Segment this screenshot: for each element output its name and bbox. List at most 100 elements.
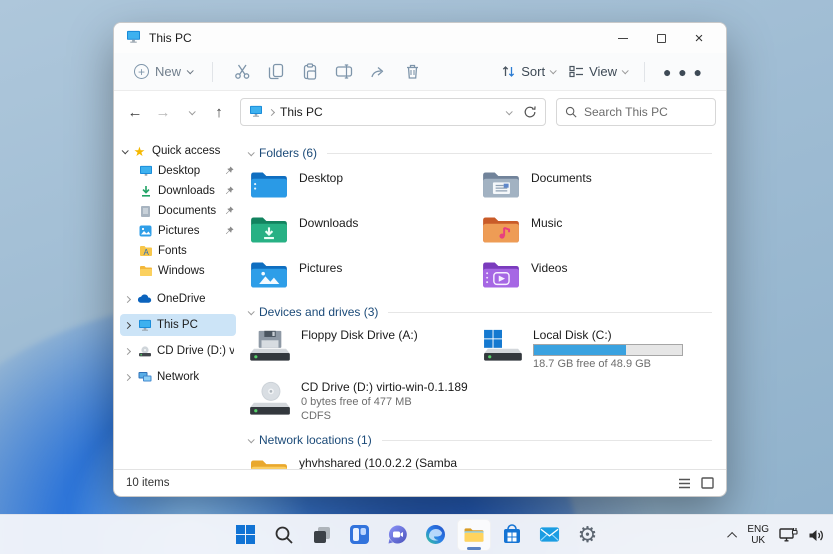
view-icon	[569, 65, 584, 78]
see-more-button[interactable]: ● ● ●	[655, 64, 712, 80]
monitor-icon	[137, 319, 152, 332]
svg-text:A: A	[143, 248, 149, 257]
section-title: Devices and drives (3)	[259, 305, 378, 319]
sidebar-item-fonts[interactable]: A Fonts	[120, 241, 236, 261]
tray-overflow-button[interactable]	[727, 531, 737, 541]
sidebar-item-label: This PC	[157, 319, 198, 331]
collapse-icon	[248, 308, 255, 315]
sidebar-item-label: Network	[157, 371, 199, 383]
sidebar-item-windows[interactable]: Windows	[120, 261, 236, 281]
new-button-label: New	[155, 64, 181, 79]
mail-button[interactable]	[533, 519, 567, 551]
mail-icon	[539, 526, 560, 543]
back-button[interactable]: ←	[122, 99, 148, 125]
forward-button[interactable]: →	[150, 99, 176, 125]
chevron-down-icon	[122, 147, 129, 154]
sidebar-item-network[interactable]: Network	[120, 366, 236, 388]
search-box[interactable]	[556, 98, 716, 126]
command-bar: + New	[114, 53, 726, 91]
address-bar[interactable]: This PC	[240, 98, 546, 126]
maximize-button[interactable]	[642, 25, 680, 51]
close-button[interactable]: ×	[680, 25, 718, 51]
sidebar-item-pictures[interactable]: Pictures	[120, 221, 236, 241]
sidebar-item-this-pc[interactable]: This PC	[120, 314, 236, 336]
up-button[interactable]: ↑	[206, 99, 232, 125]
drive-item-local-disk[interactable]: Local Disk (C:) 18.7 GB free of 48.9 GB	[480, 322, 712, 374]
collapse-icon	[248, 436, 255, 443]
sidebar-item-label: Quick access	[152, 145, 220, 157]
address-path[interactable]: This PC	[280, 105, 323, 119]
edge-button[interactable]	[419, 519, 453, 551]
sidebar-item-label: CD Drive (D:) virtio-w	[157, 345, 234, 357]
folder-item-documents[interactable]: Documents	[480, 163, 712, 208]
language-line1: ENG	[747, 524, 769, 535]
section-header-network[interactable]: Network locations (1)	[248, 430, 712, 450]
search-taskbar-button[interactable]	[267, 519, 301, 551]
paste-icon	[302, 63, 318, 80]
rename-button[interactable]	[329, 58, 359, 86]
thumbnail-view-button[interactable]	[701, 477, 714, 489]
folder-item-music[interactable]: Music	[480, 208, 712, 253]
sidebar-item-desktop[interactable]: Desktop	[120, 161, 236, 181]
titlebar[interactable]: This PC ×	[114, 23, 726, 53]
cut-button[interactable]	[227, 58, 257, 86]
scissors-icon	[234, 63, 251, 80]
folder-item-videos[interactable]: Videos	[480, 253, 712, 298]
chat-button[interactable]	[381, 519, 415, 551]
store-icon	[502, 524, 522, 545]
downloads-folder-icon	[248, 213, 290, 247]
cd-drive-icon	[248, 380, 292, 416]
section-header-folders[interactable]: Folders (6)	[248, 143, 712, 163]
document-icon	[138, 205, 153, 218]
local-disk-icon	[480, 328, 524, 362]
delete-button[interactable]	[397, 58, 427, 86]
settings-button[interactable]: ⚙	[571, 519, 605, 551]
network-tray-icon[interactable]	[779, 527, 798, 543]
chat-icon	[387, 524, 408, 545]
sidebar-item-cd-drive[interactable]: CD Drive (D:) virtio-w	[120, 340, 236, 362]
view-button[interactable]: View	[562, 60, 634, 83]
section-header-devices[interactable]: Devices and drives (3)	[248, 302, 712, 322]
folder-item-desktop[interactable]: Desktop	[248, 163, 480, 208]
volume-tray-icon[interactable]	[808, 528, 825, 543]
sidebar-item-downloads[interactable]: Downloads	[120, 181, 236, 201]
refresh-icon[interactable]	[523, 105, 537, 119]
store-button[interactable]	[495, 519, 529, 551]
sidebar-item-label: Fonts	[158, 245, 187, 257]
items-view: Folders (6) Desktop Documents Downloads	[238, 133, 726, 469]
sidebar-item-documents[interactable]: Documents	[120, 201, 236, 221]
drive-item-cd[interactable]: CD Drive (D:) virtio-win-0.1.189 0 bytes…	[248, 374, 480, 426]
copy-button[interactable]	[261, 58, 291, 86]
folder-icon	[138, 265, 153, 278]
recent-locations-button[interactable]	[178, 99, 204, 125]
task-view-button[interactable]	[305, 519, 339, 551]
sort-button[interactable]: Sort	[494, 60, 562, 83]
navigation-pane: ★ Quick access Desktop Downloads Documen…	[114, 133, 238, 469]
start-button[interactable]	[229, 519, 263, 551]
folder-item-downloads[interactable]: Downloads	[248, 208, 480, 253]
network-item-share[interactable]: yhvhshared (10.0.2.2 (Samba Server))	[248, 450, 480, 469]
folder-item-pictures[interactable]: Pictures	[248, 253, 480, 298]
window-title: This PC	[149, 31, 192, 45]
drive-item-floppy[interactable]: Floppy Disk Drive (A:)	[248, 322, 480, 374]
cd-filesystem: CDFS	[301, 410, 468, 422]
details-view-button[interactable]	[678, 478, 691, 489]
language-indicator[interactable]: ENG UK	[747, 524, 769, 546]
address-dropdown-icon[interactable]	[506, 108, 513, 115]
sidebar-item-onedrive[interactable]: OneDrive	[120, 288, 236, 310]
minimize-button[interactable]	[604, 25, 642, 51]
item-name: Videos	[531, 261, 567, 275]
search-icon	[274, 525, 294, 545]
sidebar-item-quick-access[interactable]: ★ Quick access	[120, 141, 236, 161]
windows-start-icon	[235, 524, 256, 545]
share-button[interactable]	[363, 58, 393, 86]
sidebar-item-label: Downloads	[158, 185, 215, 197]
sort-icon	[501, 64, 516, 79]
search-input[interactable]	[584, 105, 694, 119]
paste-button[interactable]	[295, 58, 325, 86]
file-explorer-button[interactable]	[457, 519, 491, 551]
widgets-button[interactable]	[343, 519, 377, 551]
item-name: Documents	[531, 171, 592, 185]
new-button[interactable]: + New	[128, 60, 198, 83]
videos-folder-icon	[480, 258, 522, 292]
